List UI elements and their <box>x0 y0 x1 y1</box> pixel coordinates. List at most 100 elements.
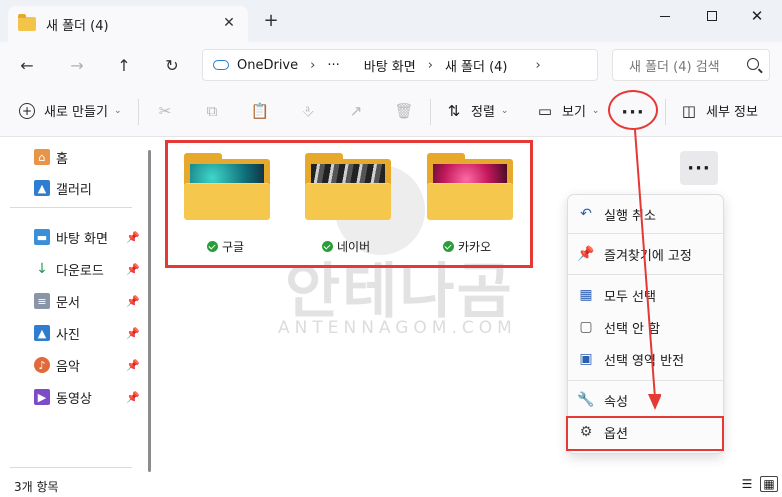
pin-icon[interactable]: 📌 <box>126 295 140 308</box>
grid-view-icon: ▦ <box>763 477 775 491</box>
details-pane-icon: ◫ <box>681 101 697 120</box>
sort-icon: ⇅ <box>447 101 461 120</box>
item-count: 3개 항목 <box>14 480 59 494</box>
annotation-circle <box>608 90 658 130</box>
share-button[interactable]: ↗ <box>346 101 366 121</box>
command-bar: + 새로 만들기 ⌄ ✂ ⧉ 📋 ⎀ ↗ 🗑 ⇅ 정렬 ⌄ ▭ 보기 ⌄ ···… <box>0 87 782 137</box>
delete-button[interactable]: 🗑 <box>394 101 414 121</box>
status-bar: 3개 항목 ☰ ▦ <box>0 472 782 497</box>
sidebar-item-label: 사진 <box>56 327 80 343</box>
sidebar-scrollbar[interactable] <box>148 150 151 472</box>
tab-close-button[interactable]: ✕ <box>220 14 238 32</box>
sidebar-item-videos[interactable]: ▶ 동영상 <box>34 387 92 407</box>
pin-icon[interactable]: 📌 <box>126 359 140 372</box>
chevron-down-icon: ⌄ <box>591 105 600 116</box>
sidebar-item-downloads[interactable]: ↓ 다운로드 <box>34 259 104 279</box>
context-more-button[interactable]: ··· <box>680 151 718 185</box>
video-icon: ▶ <box>34 389 50 405</box>
navigation-pane: ⌂ 홈 ▲ 갤러리 ▬ 바탕 화면 📌 ↓ 다운로드 📌 ≡ 문서 📌 ▲ 사진… <box>0 137 148 472</box>
sidebar-divider <box>10 467 132 468</box>
properties-icon: 🔧 <box>577 392 595 408</box>
forward-button[interactable]: → <box>66 54 88 76</box>
pin-icon[interactable]: 📌 <box>126 263 140 276</box>
sidebar-item-home[interactable]: ⌂ 홈 <box>34 147 68 167</box>
gallery-icon: ▲ <box>34 180 50 196</box>
back-button[interactable]: ← <box>16 54 38 76</box>
new-button[interactable]: + 새로 만들기 ⌄ <box>18 101 121 120</box>
sidebar-item-gallery[interactable]: ▲ 갤러리 <box>34 178 92 198</box>
close-button[interactable]: ✕ <box>742 6 772 26</box>
sidebar-item-label: 갤러리 <box>56 182 92 198</box>
menu-item-properties[interactable]: 🔧 속성 <box>577 389 628 411</box>
paste-button[interactable]: 📋 <box>250 101 270 121</box>
share-icon: ↗ <box>349 102 363 120</box>
copy-button[interactable]: ⧉ <box>202 101 222 121</box>
trash-icon: 🗑 <box>394 102 414 120</box>
search-input[interactable]: 새 폴더 (4) 검색 <box>612 49 770 81</box>
sidebar-item-label: 다운로드 <box>56 263 104 279</box>
minimize-button[interactable] <box>650 6 680 26</box>
address-bar[interactable]: OneDrive › ··· 바탕 화면 › 새 폴더 (4) › <box>202 49 598 81</box>
title-bar: 새 폴더 (4) ✕ + ✕ <box>0 0 782 42</box>
download-icon: ↓ <box>34 261 50 277</box>
up-button[interactable]: ↑ <box>113 54 135 76</box>
breadcrumb-new-folder[interactable]: 새 폴더 (4) <box>445 56 508 75</box>
minimize-icon <box>660 15 670 17</box>
sidebar-divider <box>10 207 132 208</box>
music-icon: ♪ <box>34 357 50 373</box>
sidebar-item-label: 동영상 <box>56 391 92 407</box>
refresh-button[interactable]: ↻ <box>161 54 183 76</box>
tab-current-folder[interactable]: 새 폴더 (4) ✕ <box>8 6 248 42</box>
details-label: 세부 정보 <box>706 105 758 120</box>
search-placeholder: 새 폴더 (4) 검색 <box>629 59 720 75</box>
toolbar-divider <box>138 99 139 125</box>
menu-item-invert-selection[interactable]: ▣ 선택 영역 반전 <box>578 348 684 370</box>
view-button[interactable]: ▭ 보기 ⌄ <box>536 101 600 121</box>
toolbar-divider <box>430 99 431 125</box>
maximize-icon <box>707 11 717 21</box>
rename-icon: ⎀ <box>301 102 314 120</box>
select-none-icon: ▢ <box>579 319 593 335</box>
annotation-box-options <box>566 416 724 451</box>
pin-icon[interactable]: 📌 <box>126 231 140 244</box>
invert-selection-icon: ▣ <box>579 351 593 367</box>
paste-icon: 📋 <box>250 102 270 120</box>
details-view-button[interactable]: ☰ <box>738 476 756 492</box>
breadcrumb-desktop[interactable]: 바탕 화면 <box>364 56 416 75</box>
large-icons-view-button[interactable]: ▦ <box>760 476 778 492</box>
menu-item-label: 속성 <box>604 394 628 410</box>
sidebar-item-label: 바탕 화면 <box>56 231 108 247</box>
breadcrumb-overflow[interactable]: ··· <box>327 58 339 73</box>
sort-button[interactable]: ⇅ 정렬 ⌄ <box>445 101 509 121</box>
details-button[interactable]: ◫ 세부 정보 <box>680 101 758 121</box>
rename-button[interactable]: ⎀ <box>298 101 318 121</box>
select-all-icon: ▦ <box>579 287 593 303</box>
pin-icon: 📌 <box>577 246 595 262</box>
watermark-subtext: ANTENNAGOM.COM <box>278 318 517 338</box>
view-label: 보기 <box>562 105 586 120</box>
annotation-arrow <box>634 129 661 410</box>
folder-icon <box>18 14 36 31</box>
pin-icon[interactable]: 📌 <box>126 391 140 404</box>
chevron-down-icon: ⌄ <box>113 105 122 116</box>
sidebar-item-documents[interactable]: ≡ 문서 <box>34 291 80 311</box>
new-tab-button[interactable]: + <box>262 12 280 30</box>
cut-icon: ✂ <box>158 102 172 120</box>
breadcrumb-onedrive[interactable]: OneDrive <box>237 58 298 73</box>
tab-title: 새 폴더 (4) <box>46 18 109 34</box>
pictures-icon: ▲ <box>34 325 50 341</box>
annotation-box-files <box>165 140 533 268</box>
sidebar-item-music[interactable]: ♪ 음악 <box>34 355 80 375</box>
pin-icon[interactable]: 📌 <box>126 327 140 340</box>
document-icon: ≡ <box>34 293 50 309</box>
sidebar-item-desktop[interactable]: ▬ 바탕 화면 <box>34 227 108 247</box>
breadcrumb-separator: › <box>535 57 541 73</box>
search-icon <box>747 58 759 70</box>
home-icon: ⌂ <box>34 149 50 165</box>
sidebar-item-pictures[interactable]: ▲ 사진 <box>34 323 80 343</box>
desktop-icon: ▬ <box>34 229 50 245</box>
maximize-button[interactable] <box>697 6 727 26</box>
undo-icon: ↶ <box>580 206 592 222</box>
cut-button[interactable]: ✂ <box>155 101 175 121</box>
cloud-icon <box>213 60 229 70</box>
